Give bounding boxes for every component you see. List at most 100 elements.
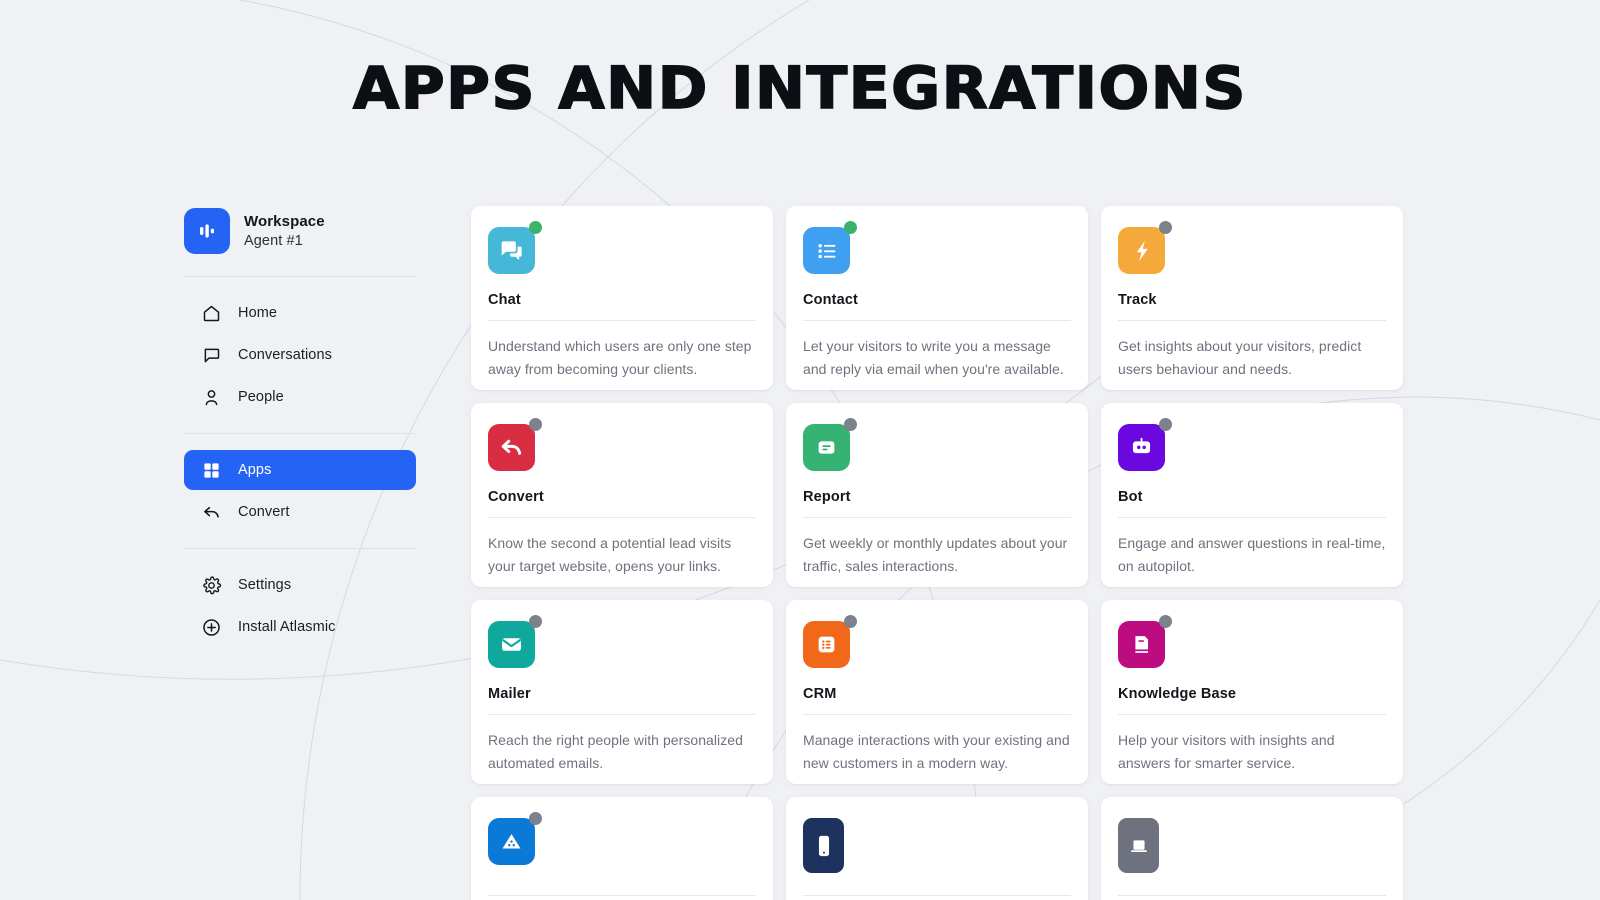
app-description: Manage interactions with your existing a… — [803, 732, 1070, 771]
workspace-header[interactable]: Workspace Agent #1 — [184, 208, 416, 276]
status-badge — [1159, 221, 1172, 234]
status-badge — [1159, 615, 1172, 628]
app-card-mailer[interactable]: Mailer Reach the right people with perso… — [471, 600, 773, 784]
app-title: Bot — [1118, 489, 1386, 518]
laptop-icon — [1118, 818, 1159, 873]
reply-arrow-icon — [488, 424, 535, 471]
app-description — [1118, 896, 1386, 900]
app-title: Mailer — [488, 686, 756, 715]
status-badge — [844, 418, 857, 431]
app-title: Contact — [803, 292, 1071, 321]
apps-grid: Chat Understand which users are only one… — [471, 206, 1403, 900]
sidebar-item-apps[interactable]: Apps — [184, 450, 416, 490]
app-description: Get insights about your visitors, predic… — [1118, 338, 1362, 377]
plus-circle-icon — [200, 616, 222, 638]
status-badge — [529, 615, 542, 628]
sidebar-group-system: Settings Install Atlasmic — [184, 563, 416, 663]
app-description — [803, 896, 1071, 900]
status-badge — [844, 615, 857, 628]
sidebar-item-label: Convert — [238, 504, 290, 520]
sidebar-divider-1 — [184, 276, 416, 277]
sidebar-item-label: People — [238, 389, 284, 405]
page-title: APPS AND INTEGRATIONS — [352, 54, 1247, 122]
reply-arrow-icon — [200, 501, 222, 523]
app-card-knowledge-base[interactable]: Knowledge Base Help your visitors with i… — [1101, 600, 1403, 784]
grid-squares-icon — [200, 459, 222, 481]
app-layout: Workspace Agent #1 Home Conversations Pe… — [0, 0, 1600, 900]
status-badge — [529, 418, 542, 431]
sidebar: Workspace Agent #1 Home Conversations Pe… — [184, 208, 416, 663]
sidebar-item-label: Apps — [238, 462, 272, 478]
status-badge — [1159, 418, 1172, 431]
person-icon — [200, 386, 222, 408]
app-title — [488, 883, 756, 896]
sidebar-group-products: Apps Convert — [184, 448, 416, 548]
sidebar-item-settings[interactable]: Settings — [184, 565, 416, 605]
workspace-subtitle: Agent #1 — [244, 233, 303, 249]
robot-icon — [1118, 424, 1165, 471]
triangle-dots-icon — [488, 818, 535, 865]
app-title: Report — [803, 489, 1071, 518]
equalizer-icon — [184, 208, 230, 254]
sidebar-item-convert[interactable]: Convert — [184, 492, 416, 532]
app-card-track[interactable]: Track Get insights about your visitors, … — [1101, 206, 1403, 390]
app-card-crm[interactable]: CRM Manage interactions with your existi… — [786, 600, 1088, 784]
chat-bubbles-icon — [488, 227, 535, 274]
sidebar-item-label: Settings — [238, 577, 292, 593]
app-description: Let your visitors to write you a message… — [803, 338, 1064, 377]
app-card-partial-3[interactable] — [1101, 797, 1403, 900]
app-icon-wrap — [803, 818, 850, 873]
app-icon-wrap — [803, 221, 857, 274]
mobile-phone-icon — [803, 818, 844, 873]
crm-list-icon — [803, 621, 850, 668]
app-icon-wrap — [1118, 818, 1165, 873]
sidebar-item-conversations[interactable]: Conversations — [184, 335, 416, 375]
app-description: Understand which users are only one step… — [488, 338, 752, 377]
app-description: Reach the right people with personalized… — [488, 732, 743, 771]
app-title: Convert — [488, 489, 756, 518]
status-badge — [529, 812, 542, 825]
app-title — [803, 883, 1071, 896]
app-title: CRM — [803, 686, 1071, 715]
sidebar-item-label: Home — [238, 305, 278, 321]
app-description — [488, 896, 756, 900]
sidebar-divider-2 — [184, 433, 416, 434]
sidebar-item-install-atlasmic[interactable]: Install Atlasmic — [184, 607, 416, 647]
status-badge — [844, 221, 857, 234]
app-title: Track — [1118, 292, 1386, 321]
app-description: Know the second a potential lead visits … — [488, 535, 732, 574]
app-card-partial-1[interactable] — [471, 797, 773, 900]
app-card-bot[interactable]: Bot Engage and answer questions in real-… — [1101, 403, 1403, 587]
gear-icon — [200, 574, 222, 596]
sidebar-item-people[interactable]: People — [184, 377, 416, 417]
app-title: Knowledge Base — [1118, 686, 1386, 715]
lightning-bolt-icon — [1118, 227, 1165, 274]
app-card-chat[interactable]: Chat Understand which users are only one… — [471, 206, 773, 390]
sidebar-group-primary: Home Conversations People — [184, 291, 416, 433]
app-icon-wrap — [803, 615, 857, 668]
status-badge — [529, 221, 542, 234]
app-card-partial-2[interactable] — [786, 797, 1088, 900]
app-icon-wrap — [1118, 418, 1172, 471]
app-icon-wrap — [488, 615, 542, 668]
workspace-name: Workspace — [244, 213, 325, 230]
app-icon-wrap — [488, 812, 542, 865]
sidebar-divider-3 — [184, 548, 416, 549]
app-card-contact[interactable]: Contact Let your visitors to write you a… — [786, 206, 1088, 390]
list-icon — [803, 227, 850, 274]
sidebar-item-label: Install Atlasmic — [238, 619, 336, 635]
sidebar-item-home[interactable]: Home — [184, 293, 416, 333]
app-title: Chat — [488, 292, 756, 321]
app-icon-wrap — [488, 221, 542, 274]
app-icon-wrap — [1118, 221, 1172, 274]
app-title — [1118, 883, 1386, 896]
app-icon-wrap — [803, 418, 857, 471]
home-icon — [200, 302, 222, 324]
envelope-icon — [488, 621, 535, 668]
app-card-convert[interactable]: Convert Know the second a potential lead… — [471, 403, 773, 587]
app-card-report[interactable]: Report Get weekly or monthly updates abo… — [786, 403, 1088, 587]
app-description: Help your visitors with insights and ans… — [1118, 732, 1335, 771]
app-icon-wrap — [488, 418, 542, 471]
sidebar-item-label: Conversations — [238, 347, 332, 363]
report-document-icon — [803, 424, 850, 471]
